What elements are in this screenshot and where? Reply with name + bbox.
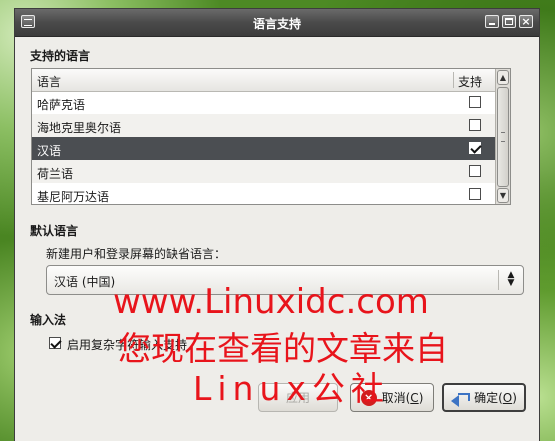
language-label: 汉语 [37,144,62,158]
close-icon[interactable]: × [519,15,533,28]
support-checkbox[interactable] [469,119,481,131]
support-checkbox[interactable] [469,165,481,177]
supported-languages-heading: 支持的语言 [30,49,91,63]
language-rows: 哈萨克语海地克里奥尔语 汉语荷兰语基尼阿万达语 [32,91,495,206]
scroll-up-icon[interactable]: ▲ [497,70,509,85]
ok-button[interactable]: 确定(O) [442,383,526,412]
combo-separator [498,270,499,290]
cancel-button[interactable]: × 取消(C) [350,383,434,412]
apply-button[interactable]: 应用 [258,383,338,412]
language-label: 哈萨克语 [37,98,86,112]
default-language-hint: 新建用户和登录屏幕的缺省语言： [46,247,227,261]
complex-input-checkbox[interactable] [49,337,61,349]
language-list: 语言 支持 哈萨克语海地克里奥尔语 汉语荷兰语基尼阿万达语 ▲ ▼ [31,68,511,205]
maximize-icon[interactable] [502,15,516,28]
language-support-dialog: 语言支持 × 支持的语言 语言 支持 哈萨克语 海地克里奥尔语 汉语 荷兰语 基尼阿万达… [14,8,540,441]
support-checkbox[interactable] [469,96,481,108]
list-header: 语言 支持 [32,69,510,92]
list-item[interactable]: 汉语 [32,137,495,160]
scroll-down-icon[interactable]: ▼ [497,188,509,203]
title-bar: 语言支持 × [15,9,539,37]
cancel-label: 取消(C) [381,391,424,405]
support-checkbox[interactable] [469,142,481,154]
vertical-scrollbar[interactable]: ▲ ▼ [495,69,510,204]
minimize-icon[interactable] [485,15,499,28]
language-label: 荷兰语 [37,167,74,181]
column-header-language[interactable]: 语言 [37,73,61,90]
ok-label: 确定(O) [474,391,517,405]
language-label: 基尼阿万达语 [37,190,110,204]
input-method-heading: 输入法 [30,313,67,327]
default-language-heading: 默认语言 [30,224,79,238]
scroll-thumb[interactable] [497,87,509,187]
language-label: 海地克里奥尔语 [37,121,122,135]
list-item[interactable]: 基尼阿万达语 [32,183,495,206]
apply-label: 应用 [285,391,310,405]
list-item[interactable]: 荷兰语 [32,160,495,183]
complex-input-label[interactable]: 启用复杂字符输入支持 [67,336,187,353]
column-header-support[interactable]: 支持 [458,73,482,90]
list-item[interactable]: 海地克里奥尔语 [32,114,495,137]
support-checkbox[interactable] [469,188,481,200]
default-language-combo[interactable]: 汉语 (中国) ▲ ▼ [46,265,524,295]
combo-value: 汉语 (中国) [54,275,116,289]
column-separator [453,72,454,88]
list-item[interactable]: 哈萨克语 [32,91,495,114]
cancel-icon: × [360,389,377,406]
updown-arrow-icon: ▲ ▼ [507,270,515,288]
window-title: 语言支持 [252,17,301,31]
enter-arrow-icon [451,391,471,407]
